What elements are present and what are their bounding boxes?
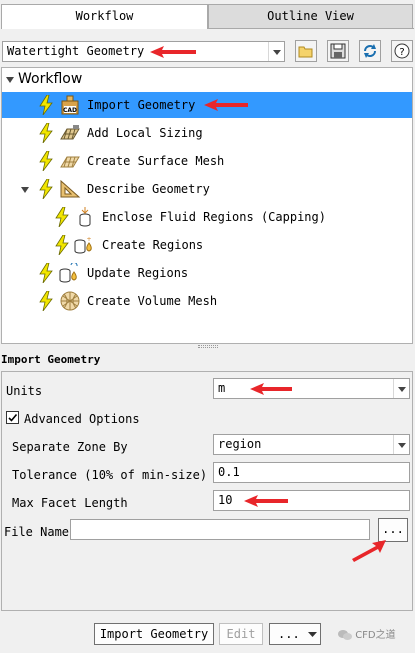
max-facet-label: Max Facet Length xyxy=(12,496,128,510)
tolerance-label: Tolerance (10% of min-size) xyxy=(12,468,208,482)
expand-triangle-icon[interactable] xyxy=(5,75,15,85)
tree-item-describe-geometry[interactable]: Describe Geometry xyxy=(2,176,412,202)
chevron-down-icon xyxy=(393,379,409,398)
chevron-down-icon xyxy=(393,435,409,454)
bolt-icon xyxy=(39,123,53,143)
panel-title: Import Geometry xyxy=(1,353,101,366)
bolt-icon xyxy=(39,151,53,171)
update-regions-icon xyxy=(59,263,78,283)
more-options-label: ... xyxy=(278,627,300,641)
import-geometry-button[interactable]: Import Geometry xyxy=(94,623,214,645)
file-name-field[interactable] xyxy=(70,519,370,540)
bolt-icon xyxy=(39,179,53,199)
refresh-icon[interactable] xyxy=(359,40,381,62)
tree-item-label: Update Regions xyxy=(87,266,189,280)
splitter-handle[interactable] xyxy=(198,345,218,348)
tree-header: Workflow xyxy=(18,71,83,87)
tree-item-add-local-sizing[interactable]: Add Local Sizing xyxy=(2,120,412,146)
tab-divider xyxy=(208,28,414,29)
more-options-button[interactable]: ... xyxy=(269,623,321,645)
svg-text:?: ? xyxy=(399,47,404,58)
annotation-arrow xyxy=(204,99,248,111)
workflow-select[interactable]: Watertight Geometry xyxy=(2,41,285,62)
checkmark-icon xyxy=(8,413,18,422)
task-panel: Units m Advanced Options Separate Zone B… xyxy=(1,371,413,611)
tree-item-label: Describe Geometry xyxy=(87,182,210,196)
tolerance-value: 0.1 xyxy=(218,465,240,479)
tree-item-label: Enclose Fluid Regions (Capping) xyxy=(102,210,326,224)
help-icon[interactable]: ? xyxy=(391,40,413,62)
cad-import-icon: CAD xyxy=(61,95,79,115)
browse-button[interactable]: ... xyxy=(378,518,408,542)
edit-button[interactable]: Edit xyxy=(219,623,263,645)
tree-item-label: Import Geometry xyxy=(87,98,196,112)
tree-item-update-regions[interactable]: Update Regions xyxy=(2,260,412,286)
create-regions-icon: + xyxy=(74,236,92,254)
advanced-options-label: Advanced Options xyxy=(24,412,140,426)
units-value: m xyxy=(218,381,226,395)
volume-mesh-icon xyxy=(60,291,80,311)
advanced-options-checkbox[interactable] xyxy=(6,411,19,424)
separate-zone-value: region xyxy=(218,437,262,451)
bolt-icon xyxy=(39,95,53,115)
describe-geometry-icon xyxy=(60,179,81,198)
annotation-arrow xyxy=(244,495,288,507)
local-sizing-icon xyxy=(60,125,80,140)
tolerance-field[interactable]: 0.1 xyxy=(213,462,410,483)
separate-zone-select[interactable]: region xyxy=(213,434,410,455)
tree-item-create-surface-mesh[interactable]: Create Surface Mesh xyxy=(2,148,412,174)
watermark: CFD之道 xyxy=(338,626,396,641)
surface-mesh-icon xyxy=(60,156,80,168)
bolt-icon xyxy=(39,291,53,311)
units-label: Units xyxy=(6,384,43,398)
watermark-text: CFD之道 xyxy=(355,630,396,641)
bolt-icon xyxy=(39,263,53,283)
tree-item-label: Add Local Sizing xyxy=(87,126,203,140)
tree-item-create-volume-mesh[interactable]: Create Volume Mesh xyxy=(2,288,412,314)
workflow-tree: Workflow CAD Import Geometry Add Local S… xyxy=(1,67,413,344)
workflow-select-value: Watertight Geometry xyxy=(7,44,145,58)
svg-text:+: + xyxy=(86,236,91,243)
chevron-down-icon xyxy=(308,632,317,637)
tree-item-label: Create Surface Mesh xyxy=(87,154,225,168)
annotation-arrow xyxy=(352,540,386,562)
max-facet-value: 10 xyxy=(218,493,233,507)
capping-icon xyxy=(79,207,91,227)
wechat-icon xyxy=(338,630,352,640)
annotation-arrow xyxy=(150,46,196,58)
svg-text:CAD: CAD xyxy=(63,107,77,114)
folder-open-icon[interactable] xyxy=(295,40,317,62)
file-name-label: File Name xyxy=(4,525,70,539)
chevron-down-icon xyxy=(268,42,284,61)
tree-item-label: Create Volume Mesh xyxy=(87,294,218,308)
expand-triangle-icon[interactable] xyxy=(20,185,30,195)
tab-workflow[interactable]: Workflow xyxy=(1,4,208,29)
units-select[interactable]: m xyxy=(213,378,410,399)
tree-item-create-regions[interactable]: + Create Regions xyxy=(2,232,412,258)
save-icon[interactable] xyxy=(327,40,349,62)
annotation-arrow xyxy=(250,383,292,395)
max-facet-field[interactable]: 10 xyxy=(213,490,410,511)
separate-zone-label: Separate Zone By xyxy=(12,440,128,454)
tree-item-label: Create Regions xyxy=(102,238,204,252)
tab-outline-view[interactable]: Outline View xyxy=(208,4,413,28)
tree-item-enclose-fluid-regions[interactable]: Enclose Fluid Regions (Capping) xyxy=(2,204,412,230)
bolt-icon xyxy=(55,235,69,255)
bolt-icon xyxy=(55,207,69,227)
